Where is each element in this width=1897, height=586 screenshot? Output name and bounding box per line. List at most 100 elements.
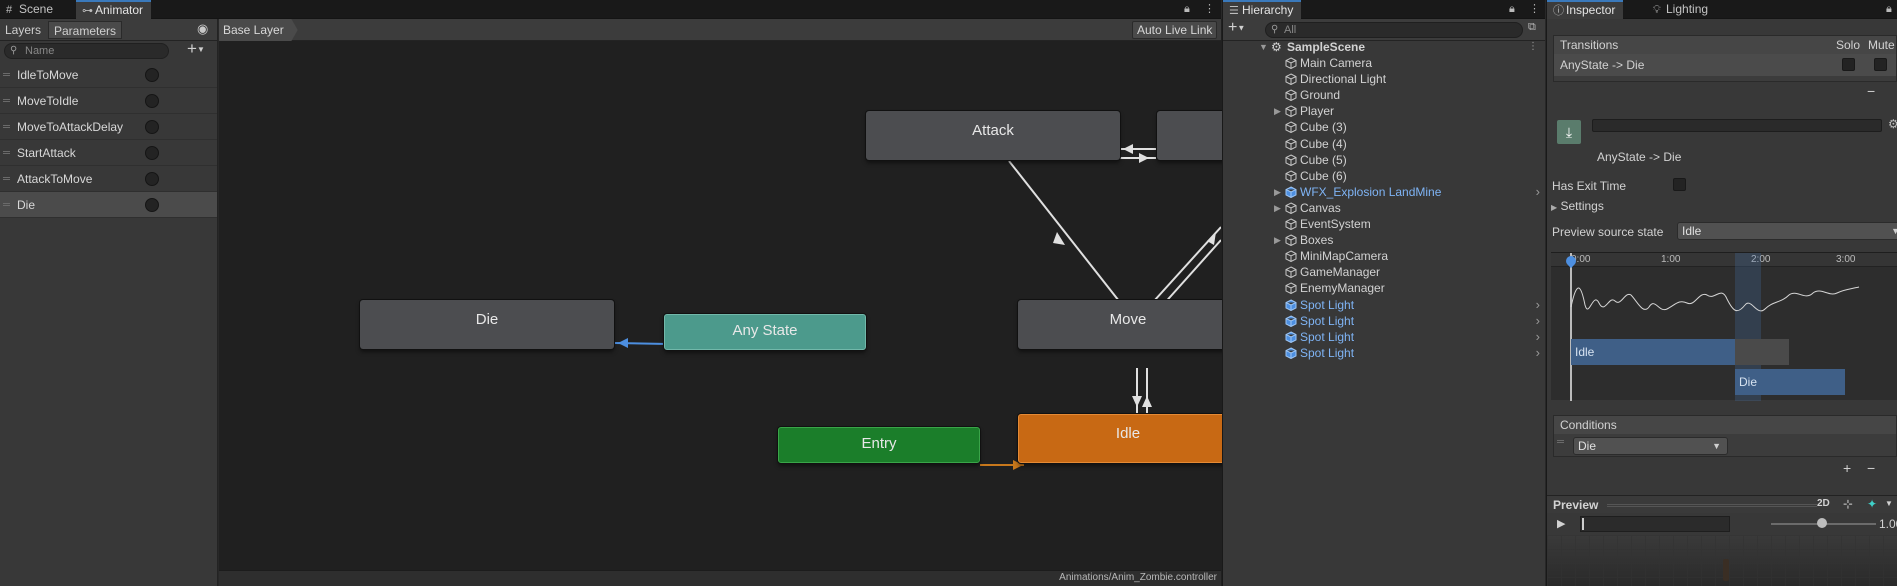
hierarchy-item[interactable]: Spot Light › [1223, 313, 1545, 329]
transition-item-row[interactable]: AnyState -> Die [1554, 54, 1896, 76]
hierarchy-item[interactable]: Directional Light [1223, 71, 1545, 87]
tab-lighting[interactable]: 💡︎ Lighting [1647, 0, 1716, 19]
trigger-toggle[interactable] [145, 146, 159, 160]
trigger-toggle[interactable] [145, 120, 159, 134]
state-idle[interactable]: Idle [1018, 414, 1233, 463]
transition-attack-move[interactable] [1008, 160, 1120, 302]
drag-handle-icon[interactable] [3, 203, 10, 206]
kebab-menu-icon[interactable]: ⋮ [1204, 0, 1215, 19]
preview-resize-handle[interactable] [1607, 504, 1817, 507]
foldout-closed-icon[interactable]: ▶ [1274, 200, 1281, 216]
settings-foldout[interactable]: ▶ Settings [1551, 199, 1604, 213]
drag-handle-icon[interactable] [3, 125, 10, 128]
avatar-icon[interactable]: ✦ [1867, 497, 1877, 511]
scene-row[interactable]: ▼ ⚙ SampleScene ⋮ [1223, 39, 1545, 55]
remove-transition-button[interactable]: − [1867, 83, 1875, 99]
hierarchy-item[interactable]: Spot Light › [1223, 329, 1545, 345]
has-exit-time-checkbox[interactable] [1673, 178, 1686, 191]
add-parameter-button[interactable]: +▼ [187, 39, 205, 59]
solo-checkbox[interactable] [1842, 58, 1855, 71]
remove-condition-button[interactable]: − [1867, 460, 1875, 476]
condition-parameter-dropdown[interactable]: Die ▼ [1573, 437, 1728, 455]
create-button[interactable]: +▼ [1228, 19, 1245, 37]
state-die[interactable]: Die [360, 300, 614, 349]
tab-layers[interactable]: Layers [0, 21, 46, 39]
chevron-down-icon[interactable]: ▼ [1885, 499, 1893, 508]
trigger-toggle[interactable] [145, 172, 159, 186]
lock-icon[interactable]: 🔒︎ [1184, 0, 1190, 19]
hierarchy-item[interactable]: Main Camera [1223, 55, 1545, 71]
state-machine-graph[interactable]: Base Layer Auto Live Link Attack Die Any [219, 19, 1233, 586]
chevron-right-icon[interactable]: › [1536, 345, 1540, 361]
speed-slider-handle[interactable] [1817, 518, 1827, 528]
hierarchy-item[interactable]: EnemyManager [1223, 280, 1545, 296]
state-any-state[interactable]: Any State [664, 314, 866, 350]
drag-handle-icon[interactable] [3, 99, 10, 102]
hierarchy-item[interactable]: Ground [1223, 87, 1545, 103]
trigger-toggle[interactable] [145, 68, 159, 82]
gear-icon[interactable]: ⚙ [1888, 117, 1897, 131]
hierarchy-item[interactable]: Cube (5) [1223, 152, 1545, 168]
kebab-menu-icon[interactable]: ⋮ [1529, 0, 1540, 19]
chevron-right-icon[interactable]: › [1536, 297, 1540, 313]
foldout-open-icon[interactable]: ▼ [1259, 39, 1268, 55]
hierarchy-item[interactable]: Spot Light › [1223, 345, 1545, 361]
transition-offscreen-move[interactable] [1161, 239, 1221, 307]
trigger-toggle[interactable] [145, 94, 159, 108]
hierarchy-item[interactable]: Cube (4) [1223, 136, 1545, 152]
parameter-row[interactable]: StartAttack [0, 140, 217, 166]
drag-handle-icon[interactable] [3, 73, 10, 76]
scrubber-handle[interactable] [1582, 518, 1584, 530]
hierarchy-item[interactable]: Cube (3) [1223, 119, 1545, 135]
scene-visibility-icon[interactable]: ⧉ [1528, 21, 1536, 34]
tab-parameters[interactable]: Parameters [48, 21, 123, 39]
state-entry[interactable]: Entry [778, 427, 980, 463]
hierarchy-search-input[interactable]: ⚲ All [1265, 22, 1523, 38]
pivot-icon[interactable]: ⊹ [1843, 497, 1853, 511]
drag-handle-icon[interactable] [3, 177, 10, 180]
preview-source-dropdown[interactable]: Idle ▼ [1677, 222, 1897, 240]
hierarchy-item[interactable]: ▶ WFX_Explosion LandMine › [1223, 184, 1545, 200]
hierarchy-item[interactable]: MiniMapCamera [1223, 248, 1545, 264]
parameter-row[interactable]: IdleToMove [0, 62, 217, 88]
kebab-menu-icon[interactable]: ⋮ [1528, 39, 1538, 55]
state-attack[interactable]: Attack [866, 111, 1120, 160]
add-condition-button[interactable]: + [1843, 460, 1851, 476]
lock-icon[interactable]: 🔒︎ [1886, 0, 1892, 19]
drag-handle-icon[interactable] [3, 151, 10, 154]
preview-viewport[interactable] [1547, 535, 1897, 586]
transition-timeline[interactable]: 0:00 1:00 2:00 3:00 Idle Die [1551, 252, 1897, 401]
hierarchy-item[interactable]: ▶ Player [1223, 103, 1545, 119]
tab-hierarchy[interactable]: ☰ Hierarchy [1223, 0, 1302, 19]
transition-name-field[interactable] [1592, 119, 1882, 132]
2d-toggle-button[interactable]: 2D [1817, 498, 1830, 509]
drag-handle-icon[interactable] [1557, 440, 1564, 443]
hierarchy-item[interactable]: EventSystem [1223, 216, 1545, 232]
mute-checkbox[interactable] [1874, 58, 1887, 71]
hierarchy-item[interactable]: ▶ Canvas [1223, 200, 1545, 216]
hierarchy-item[interactable]: ▶ Boxes [1223, 232, 1545, 248]
preview-scrubber[interactable] [1580, 516, 1730, 532]
parameter-row[interactable]: AttackToMove [0, 166, 217, 192]
hierarchy-item[interactable]: GameManager [1223, 264, 1545, 280]
state-move[interactable]: Move [1018, 300, 1233, 349]
parameter-row[interactable]: MoveToIdle [0, 88, 217, 114]
parameter-row[interactable]: MoveToAttackDelay [0, 114, 217, 140]
foldout-closed-icon[interactable]: ▶ [1274, 103, 1281, 119]
foldout-closed-icon[interactable]: ▶ [1274, 232, 1281, 248]
play-button[interactable]: ▶ [1557, 517, 1565, 530]
hierarchy-item[interactable]: Spot Light › [1223, 297, 1545, 313]
chevron-right-icon[interactable]: › [1536, 184, 1540, 200]
foldout-closed-icon[interactable]: ▶ [1274, 184, 1281, 200]
dest-track[interactable]: Die [1735, 369, 1845, 395]
parameter-search-input[interactable]: ⚲ Name [4, 43, 169, 59]
trigger-toggle[interactable] [145, 198, 159, 212]
chevron-right-icon[interactable]: › [1536, 313, 1540, 329]
hierarchy-item[interactable]: Cube (6) [1223, 168, 1545, 184]
lock-icon[interactable]: 🔒︎ [1509, 0, 1515, 19]
tab-scene[interactable]: # Scene [0, 0, 61, 19]
tab-animator[interactable]: ⊶ Animator [76, 0, 152, 19]
tab-inspector[interactable]: ⓘ Inspector [1547, 0, 1624, 19]
eye-icon[interactable]: ◉ [197, 21, 208, 37]
chevron-right-icon[interactable]: › [1536, 329, 1540, 345]
